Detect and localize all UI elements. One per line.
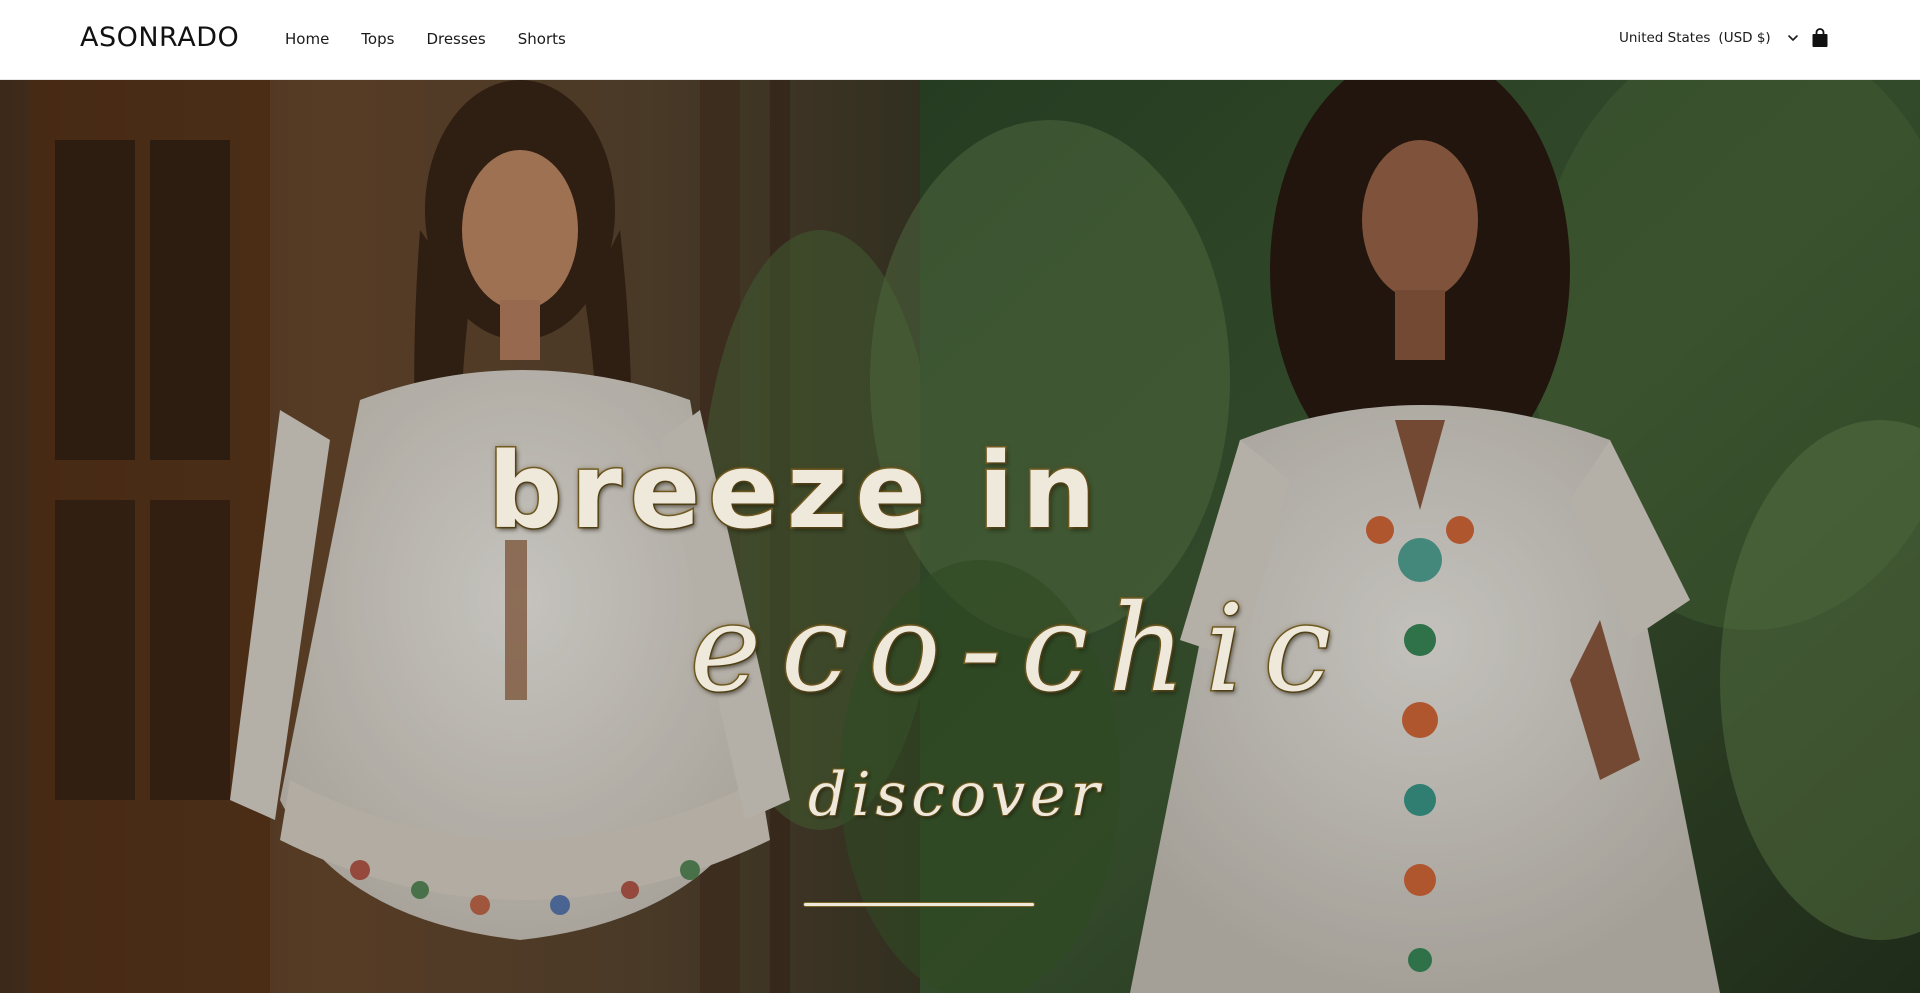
main-nav: Home Tops Dresses Shorts — [285, 30, 566, 48]
country-label: United States — [1619, 30, 1711, 46]
site-header: ASONRADO Home Tops Dresses Shorts United… — [0, 0, 1920, 80]
hero-subheadline: eco-chic — [688, 579, 1352, 721]
discover-underline — [803, 902, 1035, 907]
store-logo[interactable]: ASONRADO — [80, 22, 239, 53]
chevron-down-icon — [1787, 35, 1798, 41]
discover-link[interactable]: discover — [807, 759, 1104, 831]
nav-link-dresses[interactable]: Dresses — [426, 30, 485, 48]
hero-headline: breeze in — [487, 429, 1104, 554]
currency-label: (USD $) — [1718, 30, 1771, 46]
nav-link-tops[interactable]: Tops — [361, 30, 394, 48]
country-currency-selector[interactable]: United States (USD $) — [1619, 30, 1799, 46]
nav-link-shorts[interactable]: Shorts — [518, 30, 566, 48]
nav-link-home[interactable]: Home — [285, 30, 329, 48]
hero-banner[interactable]: breeze in eco-chic discover — [0, 80, 1920, 993]
shopping-bag-icon[interactable] — [1811, 28, 1829, 48]
